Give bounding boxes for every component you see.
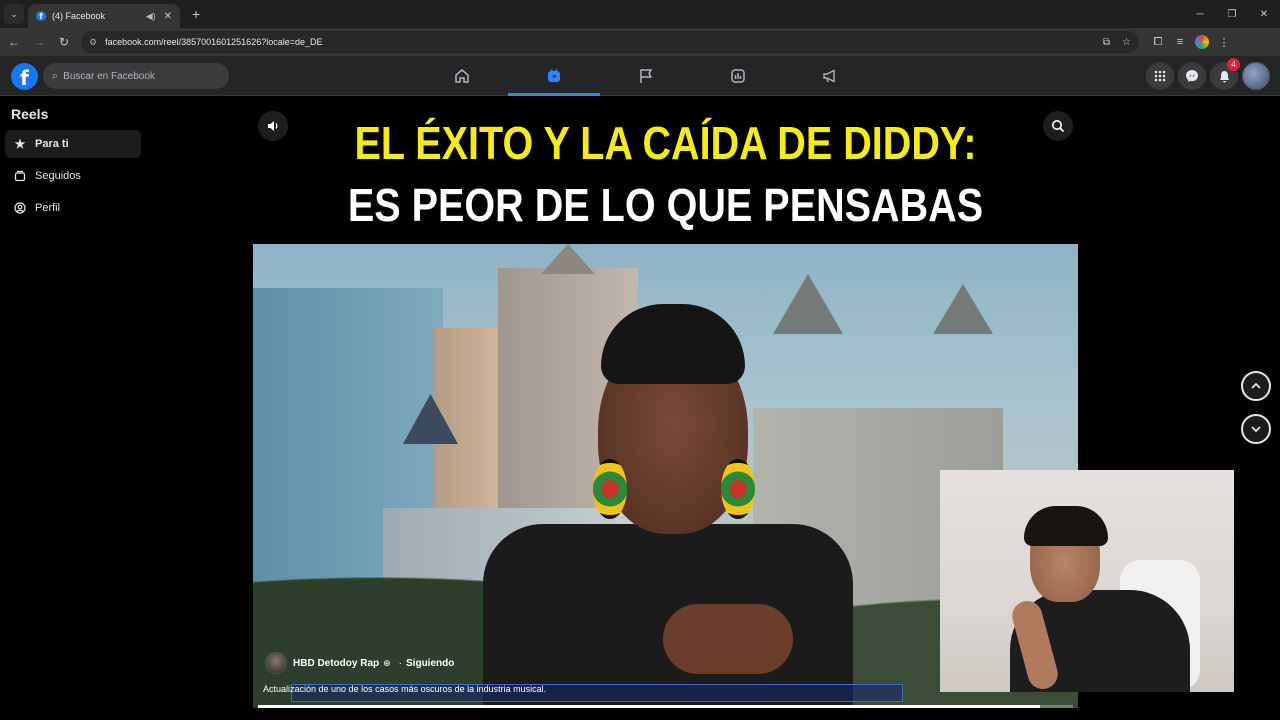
url-text[interactable]: facebook.com/reel/3857001601251626?local… (105, 37, 1091, 47)
star-icon: ★ (14, 137, 26, 151)
speaker-earring (593, 459, 627, 519)
site-info-icon[interactable]: ⚙ (89, 37, 97, 48)
account-avatar[interactable] (1242, 62, 1270, 90)
speaker-hand (663, 604, 793, 674)
sidebar-title: Reels (11, 106, 49, 122)
reel-caption: Actualización de uno de los casos más os… (263, 684, 547, 694)
volume-icon[interactable] (258, 111, 288, 141)
install-app-icon[interactable]: ⧉ (1103, 37, 1110, 48)
reel-search-icon[interactable] (1043, 111, 1073, 141)
menu-grid-icon[interactable] (1146, 62, 1174, 90)
streamer-webcam-overlay (940, 470, 1234, 692)
sidebar-item-label: Seguidos (35, 170, 81, 182)
tab-search-icon[interactable]: ⌄ (4, 4, 24, 24)
author-avatar[interactable] (265, 652, 287, 674)
browser-menu-icon[interactable]: ⋮ (1213, 36, 1235, 49)
nav-marketplace-icon[interactable] (692, 56, 784, 96)
bookmark-star-icon[interactable]: ☆ (1122, 37, 1131, 48)
tab-audio-icon[interactable]: ◀) (146, 11, 156, 22)
next-reel-chevron-down-icon[interactable] (1241, 414, 1271, 444)
tab-close-icon[interactable]: ✕ (164, 11, 172, 22)
reel-title-line-2: ES PEOR DE LO QUE PENSABAS (347, 179, 984, 231)
restore-icon[interactable]: ❐ (1216, 0, 1248, 28)
reading-list-icon[interactable]: ≡ (1169, 36, 1191, 48)
address-bar[interactable]: ⚙ facebook.com/reel/3857001601251626?loc… (81, 31, 1139, 53)
follow-status[interactable]: Siguiendo (406, 658, 454, 669)
previous-reel-chevron-up-icon[interactable] (1241, 371, 1271, 401)
public-globe-icon: ⊕ (383, 657, 391, 668)
sidebar-item-label: Para ti (35, 138, 69, 150)
nav-home-icon[interactable] (416, 56, 508, 96)
back-icon[interactable]: ← (3, 31, 25, 53)
browser-tab[interactable]: f (4) Facebook ◀) ✕ (28, 4, 180, 28)
nav-ads-megaphone-icon[interactable] (784, 56, 876, 96)
sidebar-item-para-ti[interactable]: ★ Para ti (5, 130, 141, 158)
main-nav (416, 56, 876, 96)
search-icon: ⌕ (52, 69, 59, 82)
facebook-header: f ⌕ 4 (0, 56, 1280, 96)
extension-area: ⧠ ≡ ⋮ (1147, 35, 1235, 49)
webcam-person-hair (1024, 506, 1108, 546)
profile-avatar-icon[interactable] (1195, 35, 1209, 49)
tab-title: (4) Facebook (52, 11, 106, 21)
sidebar-item-seguidos[interactable]: Seguidos (5, 162, 141, 190)
notifications-bell-icon[interactable]: 4 (1210, 58, 1240, 90)
minimize-icon[interactable]: ─ (1184, 0, 1216, 28)
speaker-figure (483, 274, 853, 708)
video-progress-bar[interactable] (258, 705, 1073, 708)
window-controls: ─ ❐ ✕ (1184, 0, 1280, 28)
speaker-headscarf (601, 304, 745, 384)
browser-tab-bar: ⌄ f (4) Facebook ◀) ✕ + ─ ❐ ✕ (0, 0, 1280, 28)
reload-icon[interactable]: ↻ (53, 31, 75, 53)
speaker-earring (721, 459, 755, 519)
author-name[interactable]: HBD Detodoy Rap (293, 658, 379, 669)
nav-pages-flag-icon[interactable] (600, 56, 692, 96)
reel-author[interactable]: HBD Detodoy Rap ⊕ · Siguiendo (265, 652, 454, 674)
facebook-favicon-icon: f (36, 11, 46, 21)
header-actions: 4 (1142, 58, 1270, 90)
reel-title-line-1: EL ÉXITO Y LA CAÍDA DE DIDDY: (354, 117, 977, 169)
browser-toolbar: ← → ↻ ⚙ facebook.com/reel/38570016012516… (0, 28, 1280, 56)
separator-dot: · (398, 657, 403, 669)
notification-badge: 4 (1227, 58, 1240, 71)
facebook-search[interactable]: ⌕ (43, 63, 229, 89)
new-tab-icon[interactable]: + (192, 6, 200, 22)
sidebar-item-perfil[interactable]: Perfil (5, 194, 141, 222)
search-input[interactable] (63, 70, 214, 82)
messenger-icon[interactable] (1178, 62, 1206, 90)
window-close-icon[interactable]: ✕ (1248, 0, 1280, 28)
nav-reels-icon[interactable] (508, 56, 600, 96)
video-progress-fill (258, 705, 1041, 708)
sidebar-item-label: Perfil (35, 202, 61, 214)
extensions-icon[interactable]: ⧠ (1147, 36, 1169, 49)
reels-sidebar: Reels ★ Para ti Seguidos Perfil (0, 96, 230, 720)
building-roof (933, 284, 993, 334)
speaker-torso (483, 524, 853, 708)
forward-icon[interactable]: → (28, 31, 50, 53)
facebook-logo-icon[interactable]: f (11, 63, 38, 90)
following-icon (13, 170, 27, 182)
profile-icon (13, 202, 27, 214)
